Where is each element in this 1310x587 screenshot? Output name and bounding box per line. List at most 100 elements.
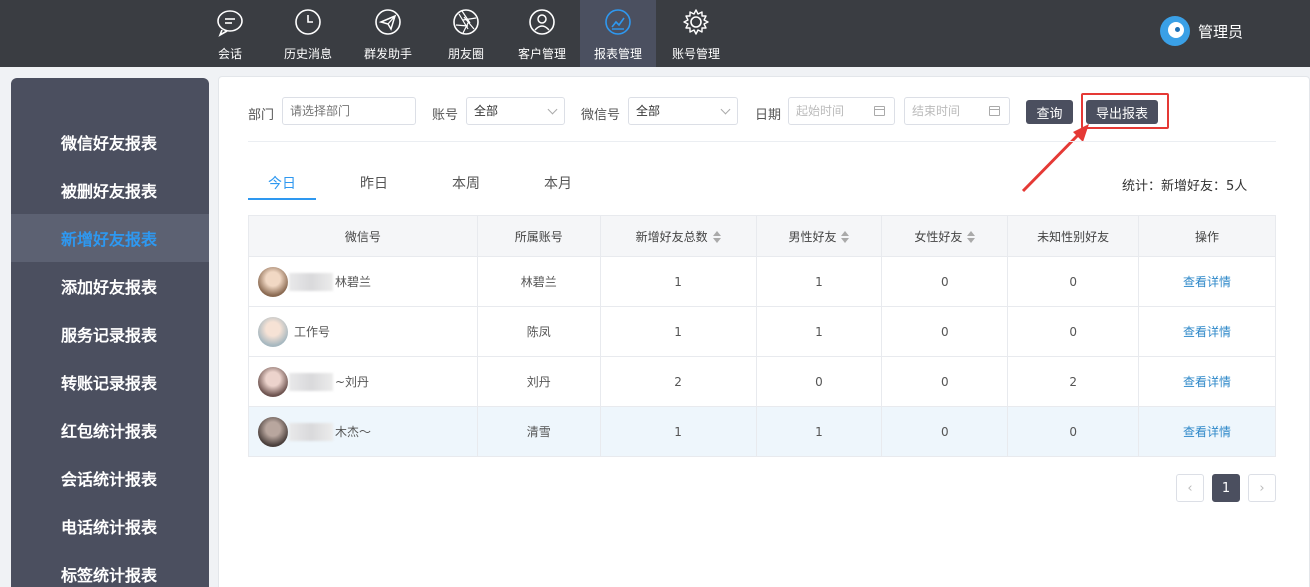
sidebar-item-phone-stats[interactable]: 电话统计报表 <box>11 502 209 550</box>
col-header-action: 操作 <box>1138 215 1276 257</box>
total-cell: 1 <box>600 306 757 357</box>
tab-this-week[interactable]: 本周 <box>452 173 480 193</box>
female-cell: 0 <box>881 306 1009 357</box>
nav-label: 账号管理 <box>671 47 720 61</box>
nav-label: 朋友圈 <box>447 47 484 61</box>
active-tab-indicator <box>248 198 316 200</box>
nav-item-customers[interactable]: 客户管理 <box>504 0 580 67</box>
wechat-cell: 林碧兰 <box>248 256 478 307</box>
table-row: 林碧兰 林碧兰 1 1 0 0 查看详情 <box>248 256 1276 307</box>
top-nav-bar: 会话 历史消息 群发助手 朋友圈 客户管理 报表管理 账号管理 管理员 <box>0 0 1310 67</box>
table-row: ~刘丹 刘丹 2 0 0 2 查看详情 <box>248 356 1276 407</box>
aperture-icon <box>453 9 479 35</box>
main-nav: 会话 历史消息 群发助手 朋友圈 客户管理 报表管理 账号管理 <box>192 0 736 67</box>
nav-item-reports[interactable]: 报表管理 <box>580 0 656 67</box>
table-header-row: 微信号 所属账号 新增好友总数 男性好友 女性好友 未知性别好友 操作 <box>248 215 1276 257</box>
wechat-name: 工作号 <box>294 325 331 339</box>
wechat-cell: 木杰～ <box>248 406 478 457</box>
male-cell: 1 <box>756 306 883 357</box>
sort-icon[interactable] <box>967 231 976 243</box>
view-details-link[interactable]: 查看详情 <box>1183 425 1231 439</box>
tab-this-month[interactable]: 本月 <box>544 173 572 193</box>
user-menu[interactable]: 管理员 <box>1160 16 1243 46</box>
unknown-cell: 0 <box>1007 256 1140 307</box>
calendar-icon <box>989 106 1000 116</box>
gear-icon <box>683 9 709 35</box>
col-header-account: 所属账号 <box>477 215 601 257</box>
nav-item-history[interactable]: 历史消息 <box>268 0 348 67</box>
male-cell: 1 <box>756 256 883 307</box>
sidebar-item-session-stats[interactable]: 会话统计报表 <box>11 454 209 502</box>
avatar <box>1160 16 1190 46</box>
col-header-total[interactable]: 新增好友总数 <box>600 215 757 257</box>
col-header-unknown: 未知性别好友 <box>1007 215 1140 257</box>
nav-label: 会话 <box>217 47 242 61</box>
wechat-select[interactable]: 全部 <box>628 97 738 125</box>
nav-item-accounts[interactable]: 账号管理 <box>656 0 736 67</box>
tab-today[interactable]: 今日 <box>268 173 296 193</box>
action-cell: 查看详情 <box>1138 306 1276 357</box>
user-icon <box>529 9 555 35</box>
nav-item-broadcast[interactable]: 群发助手 <box>348 0 428 67</box>
wechat-cell: ~刘丹 <box>248 356 478 407</box>
unknown-cell: 2 <box>1007 356 1140 407</box>
unknown-cell: 0 <box>1007 306 1140 357</box>
total-cell: 1 <box>600 406 757 457</box>
wechat-label: 微信号 <box>581 108 621 123</box>
dept-select[interactable] <box>282 97 416 125</box>
account-select[interactable]: 全部 <box>466 97 565 125</box>
male-cell: 0 <box>756 356 883 407</box>
view-details-link[interactable]: 查看详情 <box>1183 325 1231 339</box>
tab-yesterday[interactable]: 昨日 <box>360 173 388 193</box>
wechat-name: 林碧兰 <box>335 275 372 289</box>
nav-item-chat[interactable]: 会话 <box>192 0 268 67</box>
nav-label: 报表管理 <box>593 47 642 61</box>
account-cell: 刘丹 <box>477 356 601 407</box>
chat-icon <box>217 10 243 37</box>
col-header-female[interactable]: 女性好友 <box>881 215 1009 257</box>
prev-page-button[interactable]: ‹ <box>1176 474 1204 502</box>
action-cell: 查看详情 <box>1138 356 1276 407</box>
male-cell: 1 <box>756 406 883 457</box>
next-page-button[interactable]: › <box>1248 474 1276 502</box>
sort-icon[interactable] <box>841 231 850 243</box>
account-select-value: 全部 <box>474 104 499 118</box>
female-cell: 0 <box>881 356 1009 407</box>
sidebar-item-new-friends[interactable]: 新增好友报表 <box>11 214 209 262</box>
sidebar-item-transfer-records[interactable]: 转账记录报表 <box>11 358 209 406</box>
stats-summary: 统计：新增好友：5人 <box>1122 179 1248 194</box>
nav-item-moments[interactable]: 朋友圈 <box>428 0 504 67</box>
view-details-link[interactable]: 查看详情 <box>1183 275 1231 289</box>
end-date-input[interactable]: 结束时间 <box>904 97 1010 125</box>
account-cell: 清雪 <box>477 406 601 457</box>
send-icon <box>375 9 401 35</box>
redacted-block <box>289 422 333 441</box>
sidebar-item-add-friends[interactable]: 添加好友报表 <box>11 262 209 310</box>
header-label: 女性好友 <box>914 229 963 244</box>
col-header-male[interactable]: 男性好友 <box>756 215 883 257</box>
unknown-cell: 0 <box>1007 406 1140 457</box>
nav-label: 历史消息 <box>283 47 332 61</box>
header-label: 男性好友 <box>788 229 837 244</box>
view-details-link[interactable]: 查看详情 <box>1183 375 1231 389</box>
username: 管理员 <box>1198 22 1244 41</box>
total-cell: 2 <box>600 356 757 407</box>
dept-label: 部门 <box>248 108 275 123</box>
sidebar-item-tag-stats[interactable]: 标签统计报表 <box>11 550 209 587</box>
sort-icon[interactable] <box>712 231 721 243</box>
avatar <box>258 416 288 447</box>
wechat-name: 木杰～ <box>335 425 372 439</box>
chevron-down-icon <box>547 104 558 115</box>
sidebar-item-wechat-friends[interactable]: 微信好友报表 <box>11 118 209 166</box>
start-date-input[interactable]: 起始时间 <box>788 97 895 125</box>
female-cell: 0 <box>881 406 1009 457</box>
divider <box>248 141 1276 142</box>
sidebar-item-redpacket-stats[interactable]: 红包统计报表 <box>11 406 209 454</box>
sidebar-item-deleted-friends[interactable]: 被删好友报表 <box>11 166 209 214</box>
account-cell: 陈凤 <box>477 306 601 357</box>
nav-label: 客户管理 <box>517 47 566 61</box>
sidebar-item-service-records[interactable]: 服务记录报表 <box>11 310 209 358</box>
page-1-button[interactable]: 1 <box>1212 474 1240 502</box>
header-label: 新增好友总数 <box>635 229 708 244</box>
table-row: 木杰～ 清雪 1 1 0 0 查看详情 <box>248 406 1276 457</box>
